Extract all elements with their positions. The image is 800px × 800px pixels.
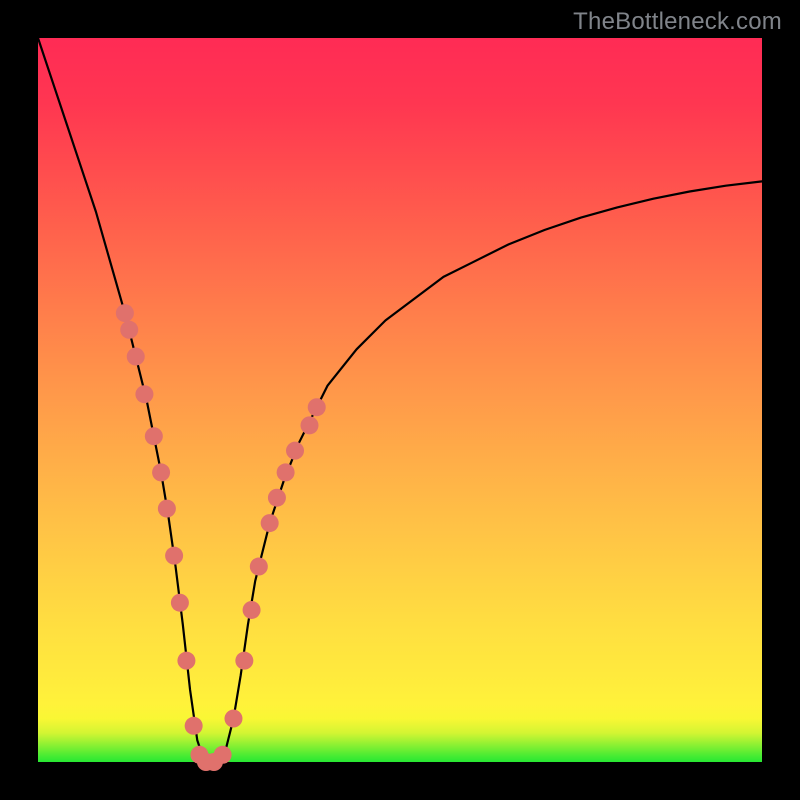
data-marker bbox=[235, 652, 253, 670]
data-marker bbox=[224, 710, 242, 728]
data-markers bbox=[116, 304, 326, 771]
data-marker bbox=[301, 416, 319, 434]
data-marker bbox=[165, 547, 183, 565]
data-marker bbox=[250, 558, 268, 576]
data-marker bbox=[127, 348, 145, 366]
data-marker bbox=[185, 717, 203, 735]
data-marker bbox=[243, 601, 261, 619]
data-marker bbox=[120, 321, 138, 339]
data-marker bbox=[277, 463, 295, 481]
data-marker bbox=[308, 398, 326, 416]
data-marker bbox=[261, 514, 279, 532]
data-marker bbox=[286, 442, 304, 460]
watermark-text: TheBottleneck.com bbox=[573, 8, 782, 36]
data-marker bbox=[214, 746, 232, 764]
chart-svg bbox=[38, 38, 762, 762]
data-marker bbox=[152, 463, 170, 481]
data-marker bbox=[268, 489, 286, 507]
chart-container: TheBottleneck.com bbox=[0, 0, 800, 800]
data-marker bbox=[116, 304, 134, 322]
data-marker bbox=[177, 652, 195, 670]
plot-area bbox=[38, 38, 762, 762]
data-marker bbox=[135, 385, 153, 403]
data-marker bbox=[145, 427, 163, 445]
data-marker bbox=[158, 500, 176, 518]
data-marker bbox=[171, 594, 189, 612]
